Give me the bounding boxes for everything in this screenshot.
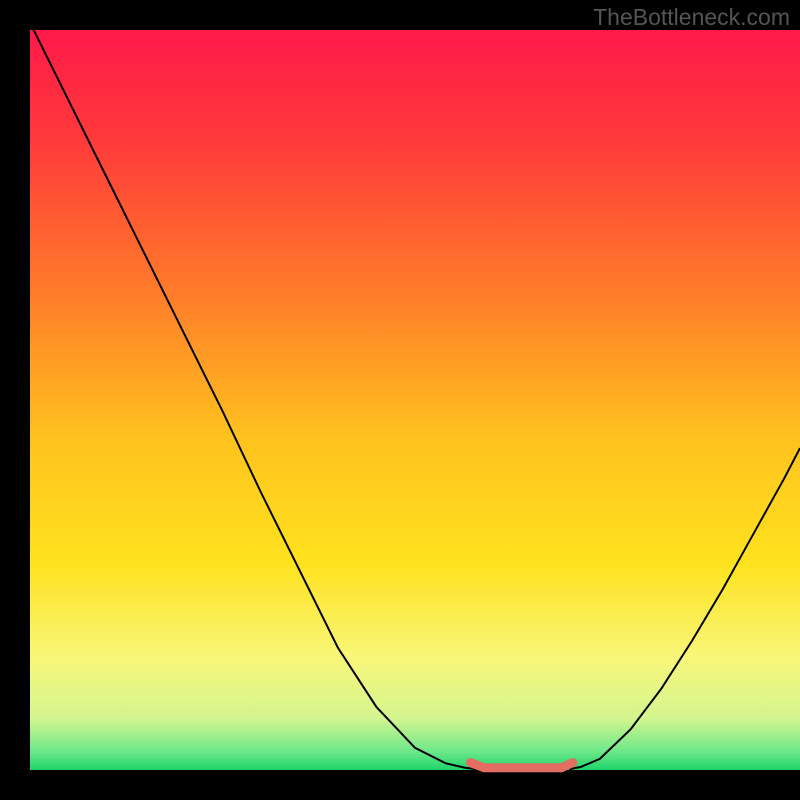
watermark-text: TheBottleneck.com bbox=[593, 4, 790, 31]
gradient-background bbox=[30, 30, 800, 770]
bottleneck-chart bbox=[0, 0, 800, 800]
series-left-red-nub bbox=[470, 763, 484, 768]
chart-container: TheBottleneck.com bbox=[0, 0, 800, 800]
series-right-red-nub bbox=[561, 763, 573, 768]
